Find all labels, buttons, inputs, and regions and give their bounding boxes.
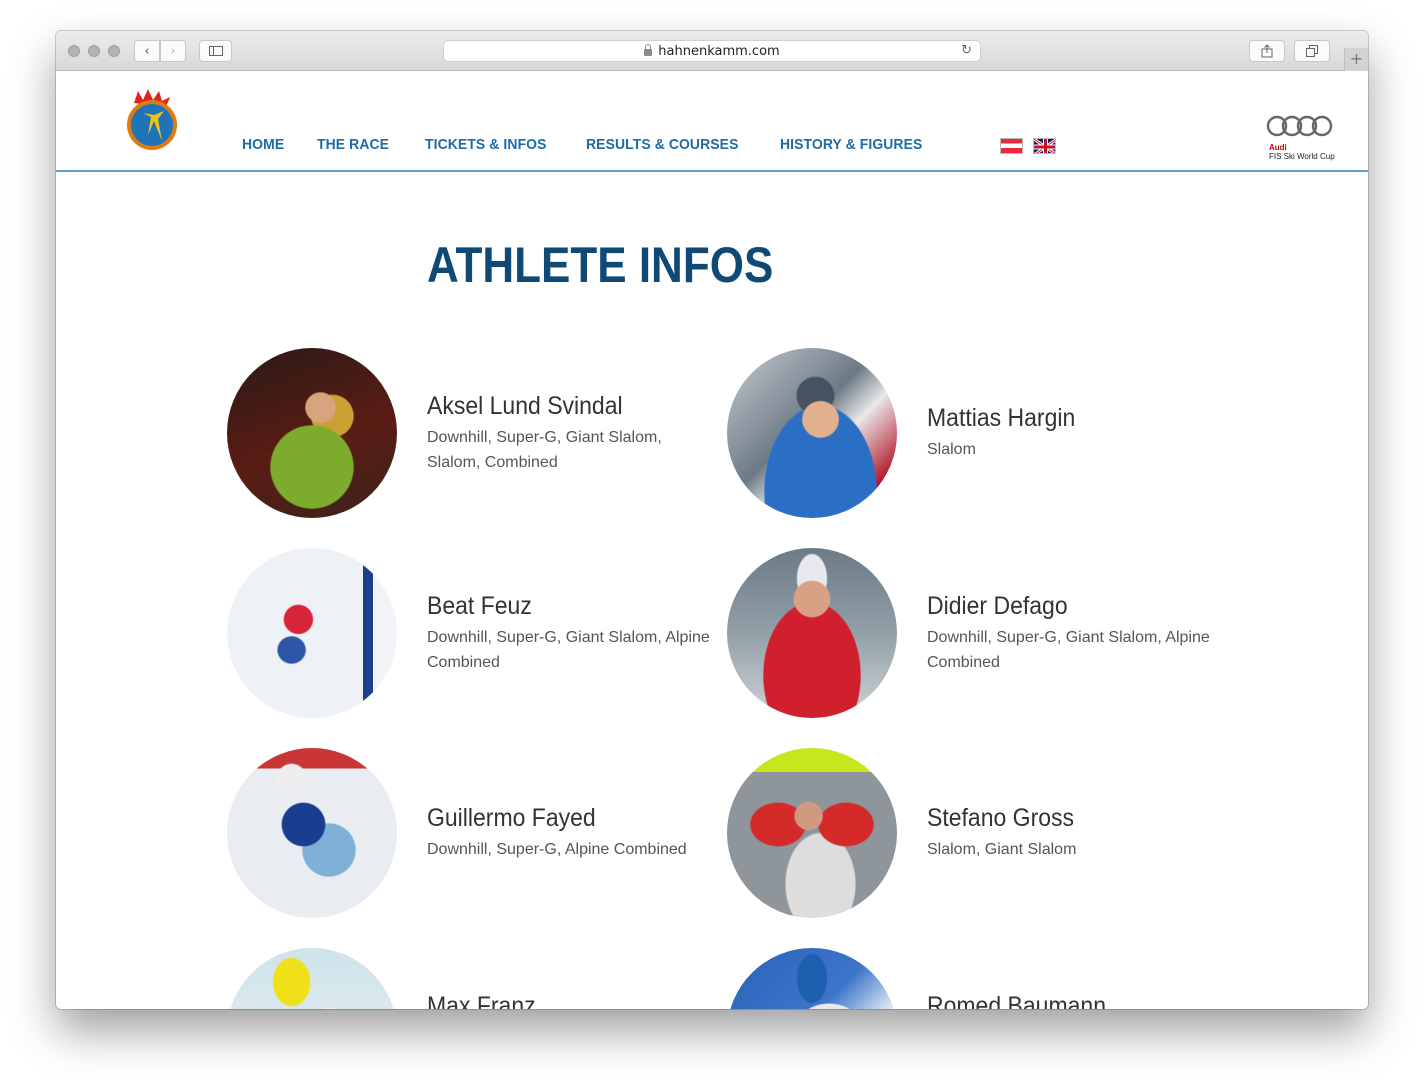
athlete-card[interactable]: Aksel Lund Svindal Downhill, Super-G, Gi… — [227, 348, 727, 518]
athlete-name[interactable]: Beat Feuz — [427, 592, 694, 621]
nav-the-race[interactable]: THE RACE — [317, 136, 389, 153]
athlete-card[interactable]: Didier Defago Downhill, Super-G, Giant S… — [727, 548, 1227, 718]
language-switcher — [1000, 138, 1056, 154]
athlete-card[interactable]: Stefano Gross Slalom, Giant Slalom — [727, 748, 1227, 918]
athlete-info: Guillermo Fayed Downhill, Super-G, Alpin… — [427, 804, 717, 862]
athlete-photo[interactable] — [227, 348, 397, 518]
sponsor-line-2: FIS Ski World Cup — [1269, 152, 1335, 161]
athlete-name[interactable]: Stefano Gross — [927, 804, 1194, 833]
hahnenkamm-logo[interactable] — [124, 89, 180, 153]
browser-window: ‹ › hahnenkamm.com ↻ + HOME THE RACE TIC… — [56, 31, 1368, 1009]
athlete-name[interactable]: Guillermo Fayed — [427, 804, 694, 833]
athlete-card[interactable]: Romed Baumann — [727, 948, 1227, 1009]
tabs-overview-icon[interactable] — [1294, 40, 1330, 62]
athlete-disciplines: Downhill, Super-G, Giant Slalom, Slalom,… — [427, 429, 662, 471]
nav-history-figures[interactable]: HISTORY & FIGURES — [780, 136, 922, 153]
athlete-disciplines: Downhill, Super-G, Giant Slalom, Alpine … — [927, 629, 1210, 671]
site-header: HOME THE RACE TICKETS & INFOS RESULTS & … — [56, 71, 1368, 172]
athlete-name[interactable]: Max Franz — [427, 992, 694, 1009]
zoom-window-icon[interactable] — [108, 45, 120, 57]
reload-icon[interactable]: ↻ — [961, 43, 972, 58]
nav-results-courses[interactable]: RESULTS & COURSES — [586, 136, 738, 153]
athlete-disciplines: Slalom — [927, 441, 976, 458]
sponsor-line-1: Audi — [1269, 143, 1287, 152]
athlete-name[interactable]: Didier Defago — [927, 592, 1194, 621]
athlete-info: Beat Feuz Downhill, Super-G, Giant Slalo… — [427, 592, 717, 675]
athlete-photo[interactable] — [727, 748, 897, 918]
athlete-info: Aksel Lund Svindal Downhill, Super-G, Gi… — [427, 392, 717, 475]
sidebar-icon[interactable] — [199, 40, 232, 62]
page-title: ATHLETE INFOS — [427, 237, 774, 293]
lock-icon — [644, 43, 653, 56]
browser-toolbar: ‹ › hahnenkamm.com ↻ + — [56, 31, 1368, 71]
athlete-info: Romed Baumann — [927, 992, 1217, 1009]
athlete-info: Didier Defago Downhill, Super-G, Giant S… — [927, 592, 1217, 675]
audi-fis-sponsor-logo[interactable]: Audi FIS Ski World Cup — [1266, 114, 1350, 161]
athlete-photo[interactable] — [727, 548, 897, 718]
athlete-card[interactable]: Guillermo Fayed Downhill, Super-G, Alpin… — [227, 748, 727, 918]
address-bar[interactable]: hahnenkamm.com ↻ — [443, 40, 981, 62]
athlete-info: Max Franz — [427, 992, 717, 1009]
athlete-photo[interactable] — [227, 548, 397, 718]
url-text: hahnenkamm.com — [658, 43, 780, 59]
austria-flag-icon[interactable] — [1000, 138, 1023, 154]
uk-flag-icon[interactable] — [1033, 138, 1056, 154]
athlete-card[interactable]: Mattias Hargin Slalom — [727, 348, 1227, 518]
athlete-name[interactable]: Mattias Hargin — [927, 404, 1194, 433]
nav-home[interactable]: HOME — [242, 136, 284, 153]
main-nav: HOME THE RACE TICKETS & INFOS RESULTS & … — [242, 136, 963, 153]
nav-tickets-infos[interactable]: TICKETS & INFOS — [425, 136, 547, 153]
athlete-disciplines: Downhill, Super-G, Alpine Combined — [427, 841, 687, 858]
athlete-name[interactable]: Aksel Lund Svindal — [427, 392, 694, 421]
athlete-photo[interactable] — [727, 948, 897, 1009]
athlete-name[interactable]: Romed Baumann — [927, 992, 1194, 1009]
back-arrow-icon[interactable]: ‹ — [134, 40, 160, 62]
forward-arrow-icon[interactable]: › — [160, 40, 186, 62]
athlete-info: Mattias Hargin Slalom — [927, 404, 1217, 462]
audi-rings-icon — [1266, 115, 1333, 137]
athlete-card[interactable]: Beat Feuz Downhill, Super-G, Giant Slalo… — [227, 548, 727, 718]
athlete-disciplines: Downhill, Super-G, Giant Slalom, Alpine … — [427, 629, 710, 671]
minimize-window-icon[interactable] — [88, 45, 100, 57]
share-icon[interactable] — [1249, 40, 1285, 62]
new-tab-icon[interactable]: + — [1344, 48, 1368, 71]
athlete-photo[interactable] — [227, 948, 397, 1009]
athlete-card[interactable]: Max Franz — [227, 948, 727, 1009]
athlete-info: Stefano Gross Slalom, Giant Slalom — [927, 804, 1217, 862]
close-window-icon[interactable] — [68, 45, 80, 57]
athlete-disciplines: Slalom, Giant Slalom — [927, 841, 1077, 858]
athlete-photo[interactable] — [227, 748, 397, 918]
athlete-photo[interactable] — [727, 348, 897, 518]
